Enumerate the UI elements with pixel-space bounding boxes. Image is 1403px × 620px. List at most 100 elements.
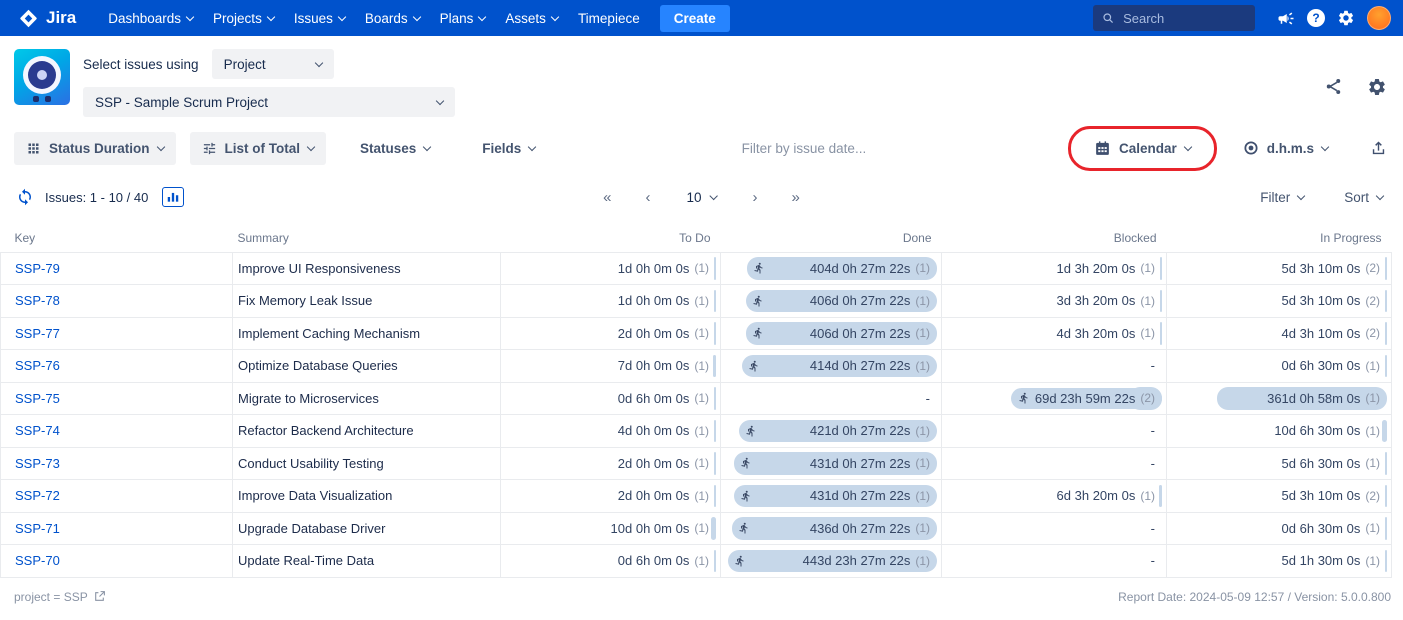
table-row: SSP-79 Improve UI Responsiveness 1d 0h 0m … bbox=[0, 251, 1392, 285]
todo-cell: 2d 0h 0m 0s (1) bbox=[500, 479, 721, 513]
next-page-button[interactable]: › bbox=[749, 187, 762, 208]
settings-button[interactable] bbox=[1365, 75, 1389, 99]
project-select[interactable]: SSP - Sample Scrum Project bbox=[83, 87, 455, 117]
list-of-total-label: List of Total bbox=[224, 140, 301, 156]
duration-value: 2d 0h 0m 0s bbox=[617, 325, 690, 341]
list-of-total-button[interactable]: List of Total bbox=[189, 131, 327, 165]
issue-key-link[interactable]: SSP-70 bbox=[15, 553, 60, 568]
filter-button[interactable]: Filter bbox=[1254, 189, 1310, 206]
date-filter-input[interactable] bbox=[739, 139, 890, 157]
duration-count: (1) bbox=[915, 261, 930, 276]
fields-button[interactable]: Fields bbox=[470, 132, 547, 165]
done-cell: 404d 0h 27m 22s (1) bbox=[720, 251, 942, 285]
external-link-icon[interactable] bbox=[93, 590, 106, 603]
help-glyph: ? bbox=[1307, 9, 1325, 27]
nav-item-assets[interactable]: Assets bbox=[495, 0, 568, 36]
table-row: SSP-77 Implement Caching Mechanism 2d 0h 0… bbox=[0, 316, 1392, 350]
status-duration-button[interactable]: Status Duration bbox=[14, 131, 176, 165]
main-nav: Dashboards Projects Issues Boards Plans Asset… bbox=[98, 0, 649, 36]
issue-key-link[interactable]: SSP-73 bbox=[15, 456, 60, 471]
jira-brand[interactable]: Jira bbox=[10, 8, 84, 29]
duration-value: 5d 3h 10m 0s bbox=[1281, 488, 1361, 504]
inprogress-cell: 5d 3h 10m 0s (2) bbox=[1166, 284, 1392, 318]
issues-count-label: Issues: 1 - 10 / 40 bbox=[45, 189, 149, 205]
duration-count: (1) bbox=[694, 423, 709, 438]
issue-key-link[interactable]: SSP-78 bbox=[15, 293, 60, 308]
issue-key-link[interactable]: SSP-79 bbox=[15, 261, 60, 276]
issue-summary: Conduct Usability Testing bbox=[232, 446, 501, 480]
issue-summary: Migrate to Microservices bbox=[232, 381, 501, 415]
issue-summary: Refactor Backend Architecture bbox=[232, 414, 501, 448]
search-box[interactable] bbox=[1093, 5, 1255, 31]
page-size-value: 10 bbox=[686, 189, 702, 205]
issue-key-link[interactable]: SSP-76 bbox=[15, 358, 60, 373]
issue-summary: Update Real-Time Data bbox=[232, 544, 501, 578]
duration-empty: - bbox=[1150, 553, 1155, 569]
chart-toggle-button[interactable] bbox=[162, 187, 185, 207]
page-size-select[interactable]: 10 bbox=[680, 189, 722, 206]
format-button[interactable]: d.h.m.s bbox=[1231, 132, 1340, 165]
nav-item-timepiece[interactable]: Timepiece bbox=[568, 0, 650, 36]
duration-count: (1) bbox=[1365, 358, 1380, 373]
help-icon[interactable]: ? bbox=[1301, 0, 1331, 36]
duration-count: (1) bbox=[1140, 293, 1155, 308]
nav-item-projects[interactable]: Projects bbox=[203, 0, 284, 36]
share-button[interactable] bbox=[1322, 75, 1345, 98]
statuses-button[interactable]: Statuses bbox=[348, 132, 442, 165]
nav-item-label: Dashboards bbox=[108, 10, 182, 26]
chevron-down-icon bbox=[185, 12, 195, 21]
duration-value: 0d 6h 0m 0s bbox=[617, 553, 690, 569]
duration-count: (2) bbox=[1140, 391, 1155, 406]
key-cell: SSP-73 bbox=[0, 446, 233, 480]
refresh-button[interactable] bbox=[14, 186, 36, 208]
nav-item-plans[interactable]: Plans bbox=[430, 0, 496, 36]
duration-value: 0d 6h 30m 0s bbox=[1281, 520, 1361, 536]
issue-summary: Implement Caching Mechanism bbox=[232, 316, 501, 350]
key-cell: SSP-77 bbox=[0, 316, 233, 350]
column-header-blocked: Blocked bbox=[1113, 230, 1157, 245]
nav-item-issues[interactable]: Issues bbox=[284, 0, 355, 36]
runner-icon bbox=[735, 555, 744, 567]
megaphone-icon[interactable] bbox=[1271, 0, 1301, 36]
gear-icon[interactable] bbox=[1331, 0, 1361, 36]
issue-summary: Upgrade Database Driver bbox=[232, 511, 501, 545]
duration-count: (2) bbox=[1365, 293, 1380, 308]
format-label: d.h.m.s bbox=[1266, 140, 1315, 156]
sort-button[interactable]: Sort bbox=[1338, 189, 1389, 206]
issue-key-link[interactable]: SSP-77 bbox=[15, 326, 60, 341]
duration-value: 10d 6h 30m 0s bbox=[1274, 423, 1361, 439]
calendar-label: Calendar bbox=[1118, 140, 1177, 156]
export-button[interactable] bbox=[1368, 138, 1389, 159]
inprogress-cell: 5d 3h 10m 0s (2) bbox=[1166, 251, 1392, 285]
issue-key-link[interactable]: SSP-71 bbox=[15, 521, 60, 536]
issue-source-select[interactable]: Project bbox=[211, 49, 334, 79]
chevron-down-icon bbox=[412, 12, 421, 21]
issue-summary: Optimize Database Queries bbox=[232, 349, 501, 383]
table-row: SSP-70 Update Real-Time Data 0d 6h 0m 0s (1… bbox=[0, 544, 1392, 578]
query-label: project = SSP bbox=[14, 589, 88, 604]
todo-cell: 0d 6h 0m 0s (1) bbox=[500, 544, 721, 578]
first-page-button[interactable]: « bbox=[599, 187, 615, 208]
blocked-cell: 69d 23h 59m 22s (2) bbox=[941, 381, 1167, 415]
calendar-button[interactable]: Calendar bbox=[1067, 125, 1217, 171]
user-avatar[interactable] bbox=[1367, 6, 1391, 30]
nav-item-boards[interactable]: Boards bbox=[355, 0, 430, 36]
issue-key-link[interactable]: SSP-74 bbox=[15, 423, 60, 438]
chevron-down-icon bbox=[337, 12, 347, 21]
results-table: Key Summary To Do Done Blocked In Progre… bbox=[0, 224, 1392, 578]
nav-item-dashboards[interactable]: Dashboards bbox=[98, 0, 203, 36]
issue-key-link[interactable]: SSP-75 bbox=[15, 391, 60, 406]
chevron-down-icon bbox=[709, 191, 718, 200]
duration-value: 361d 0h 58m 0s bbox=[1267, 390, 1361, 406]
search-input[interactable] bbox=[1121, 9, 1246, 27]
key-cell: SSP-75 bbox=[0, 381, 233, 415]
last-page-button[interactable]: » bbox=[788, 187, 804, 208]
inprogress-cell: 5d 3h 10m 0s (2) bbox=[1166, 479, 1392, 513]
sort-label: Sort bbox=[1344, 189, 1369, 205]
issue-key-link[interactable]: SSP-72 bbox=[15, 488, 60, 503]
create-button[interactable]: Create bbox=[659, 4, 730, 32]
sliders-icon bbox=[203, 142, 215, 154]
duration-count: (1) bbox=[694, 553, 709, 568]
prev-page-button[interactable]: ‹ bbox=[641, 187, 654, 208]
column-header-summary: Summary bbox=[237, 230, 289, 245]
